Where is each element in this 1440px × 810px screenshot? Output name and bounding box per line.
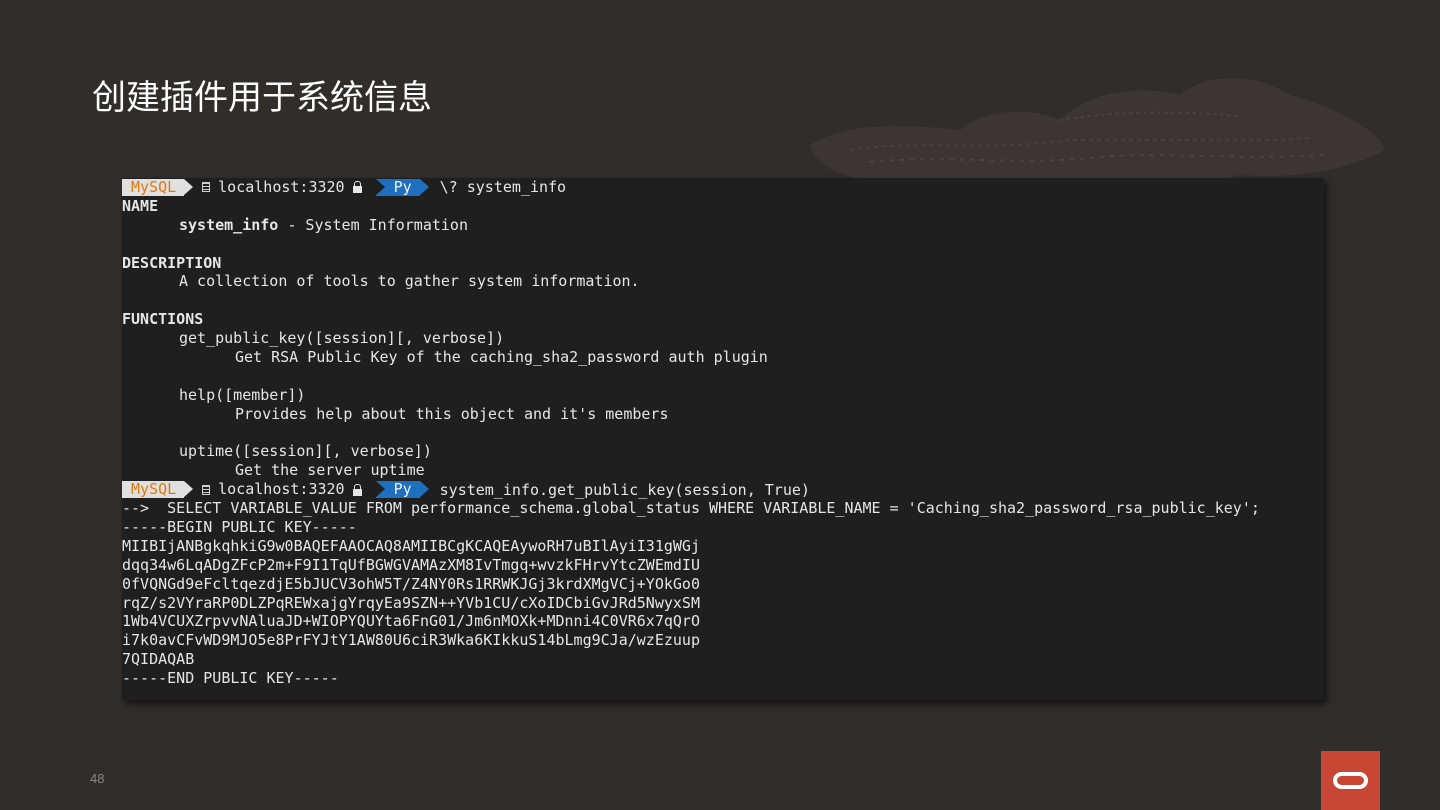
prompt-command: system_info.get_public_key(session, True… [439,480,810,499]
key-data-line: 0fVQNGd9eFcltqezdjE5bJUCV3ohW5T/Z4NY0Rs1… [122,574,700,593]
key-data-line: dqq34w6LqADgZFcP2m+F9I1TqUfBGWGVAMAzXM8I… [122,555,700,574]
key-begin-line: -----BEGIN PUBLIC KEY----- [122,518,357,537]
prompt-py-segment: Py [375,481,429,499]
terminal-window[interactable]: MySQL localhost:3320 Py \? system_info N… [122,178,1324,700]
prompt-host: localhost:3320 [218,480,345,499]
key-data-line: MIIBIjANBgkqhkiG9w0BAQEFAAOCAQ8AMIIBCgKC… [122,536,700,555]
prompt-command: \? system_info [439,178,567,197]
prompt-mysql-segment: MySQL [122,178,194,196]
help-name-desc: - System Information [278,215,468,234]
oracle-logo [1321,751,1380,810]
function-description: Get RSA Public Key of the caching_sha2_p… [235,348,768,367]
help-desc-heading: DESCRIPTION [122,253,222,272]
shell-prompt: MySQL localhost:3320 Py \? system_info [122,178,1324,197]
prompt-mysql-segment: MySQL [122,481,194,499]
function-description: Get the server uptime [235,461,425,480]
help-desc-text: A collection of tools to gather system i… [179,272,640,291]
lock-icon [352,181,362,194]
help-name-line: system_info - System Information [122,216,1324,235]
sql-query-line: --> SELECT VARIABLE_VALUE FROM performan… [122,499,1260,518]
database-icon [202,484,211,495]
key-data-line: 7QIDAQAB [122,650,195,669]
help-functions-heading: FUNCTIONS [122,310,204,329]
key-data-line: i7k0avCFvWD9MJO5e8PrFYJtY1AW80U6ciR3Wka6… [122,631,700,650]
prompt-py-segment: Py [375,178,429,196]
key-data-line: 1Wb4VCUXZrpvvNAluaJD+WIOPYQUYta6FnG01/Jm… [122,612,700,631]
key-data-line: rqZ/s2VYraRP0DLZPqREWxajgYrqyEa9SZN++YVb… [122,593,700,612]
function-signature: uptime([session][, verbose]) [179,442,432,461]
slide-title: 创建插件用于系统信息 [92,78,432,118]
help-name-cmd: system_info [179,215,279,234]
prompt-host: localhost:3320 [218,178,345,196]
prompt-host-segment: localhost:3320 [184,178,367,196]
key-end-line: -----END PUBLIC KEY----- [122,669,339,688]
oracle-logo-icon [1333,772,1368,789]
database-icon [202,182,211,193]
function-description: Provides help about this object and it's… [235,404,669,423]
function-signature: get_public_key([session][, verbose]) [179,329,505,348]
function-signature: help([member]) [179,385,306,404]
shell-prompt: MySQL localhost:3320 Py system_info.get_… [122,480,1324,499]
page-number: 48 [90,771,105,786]
prompt-host-segment: localhost:3320 [184,481,367,498]
help-name-heading: NAME [122,196,159,215]
lock-icon [352,483,362,496]
